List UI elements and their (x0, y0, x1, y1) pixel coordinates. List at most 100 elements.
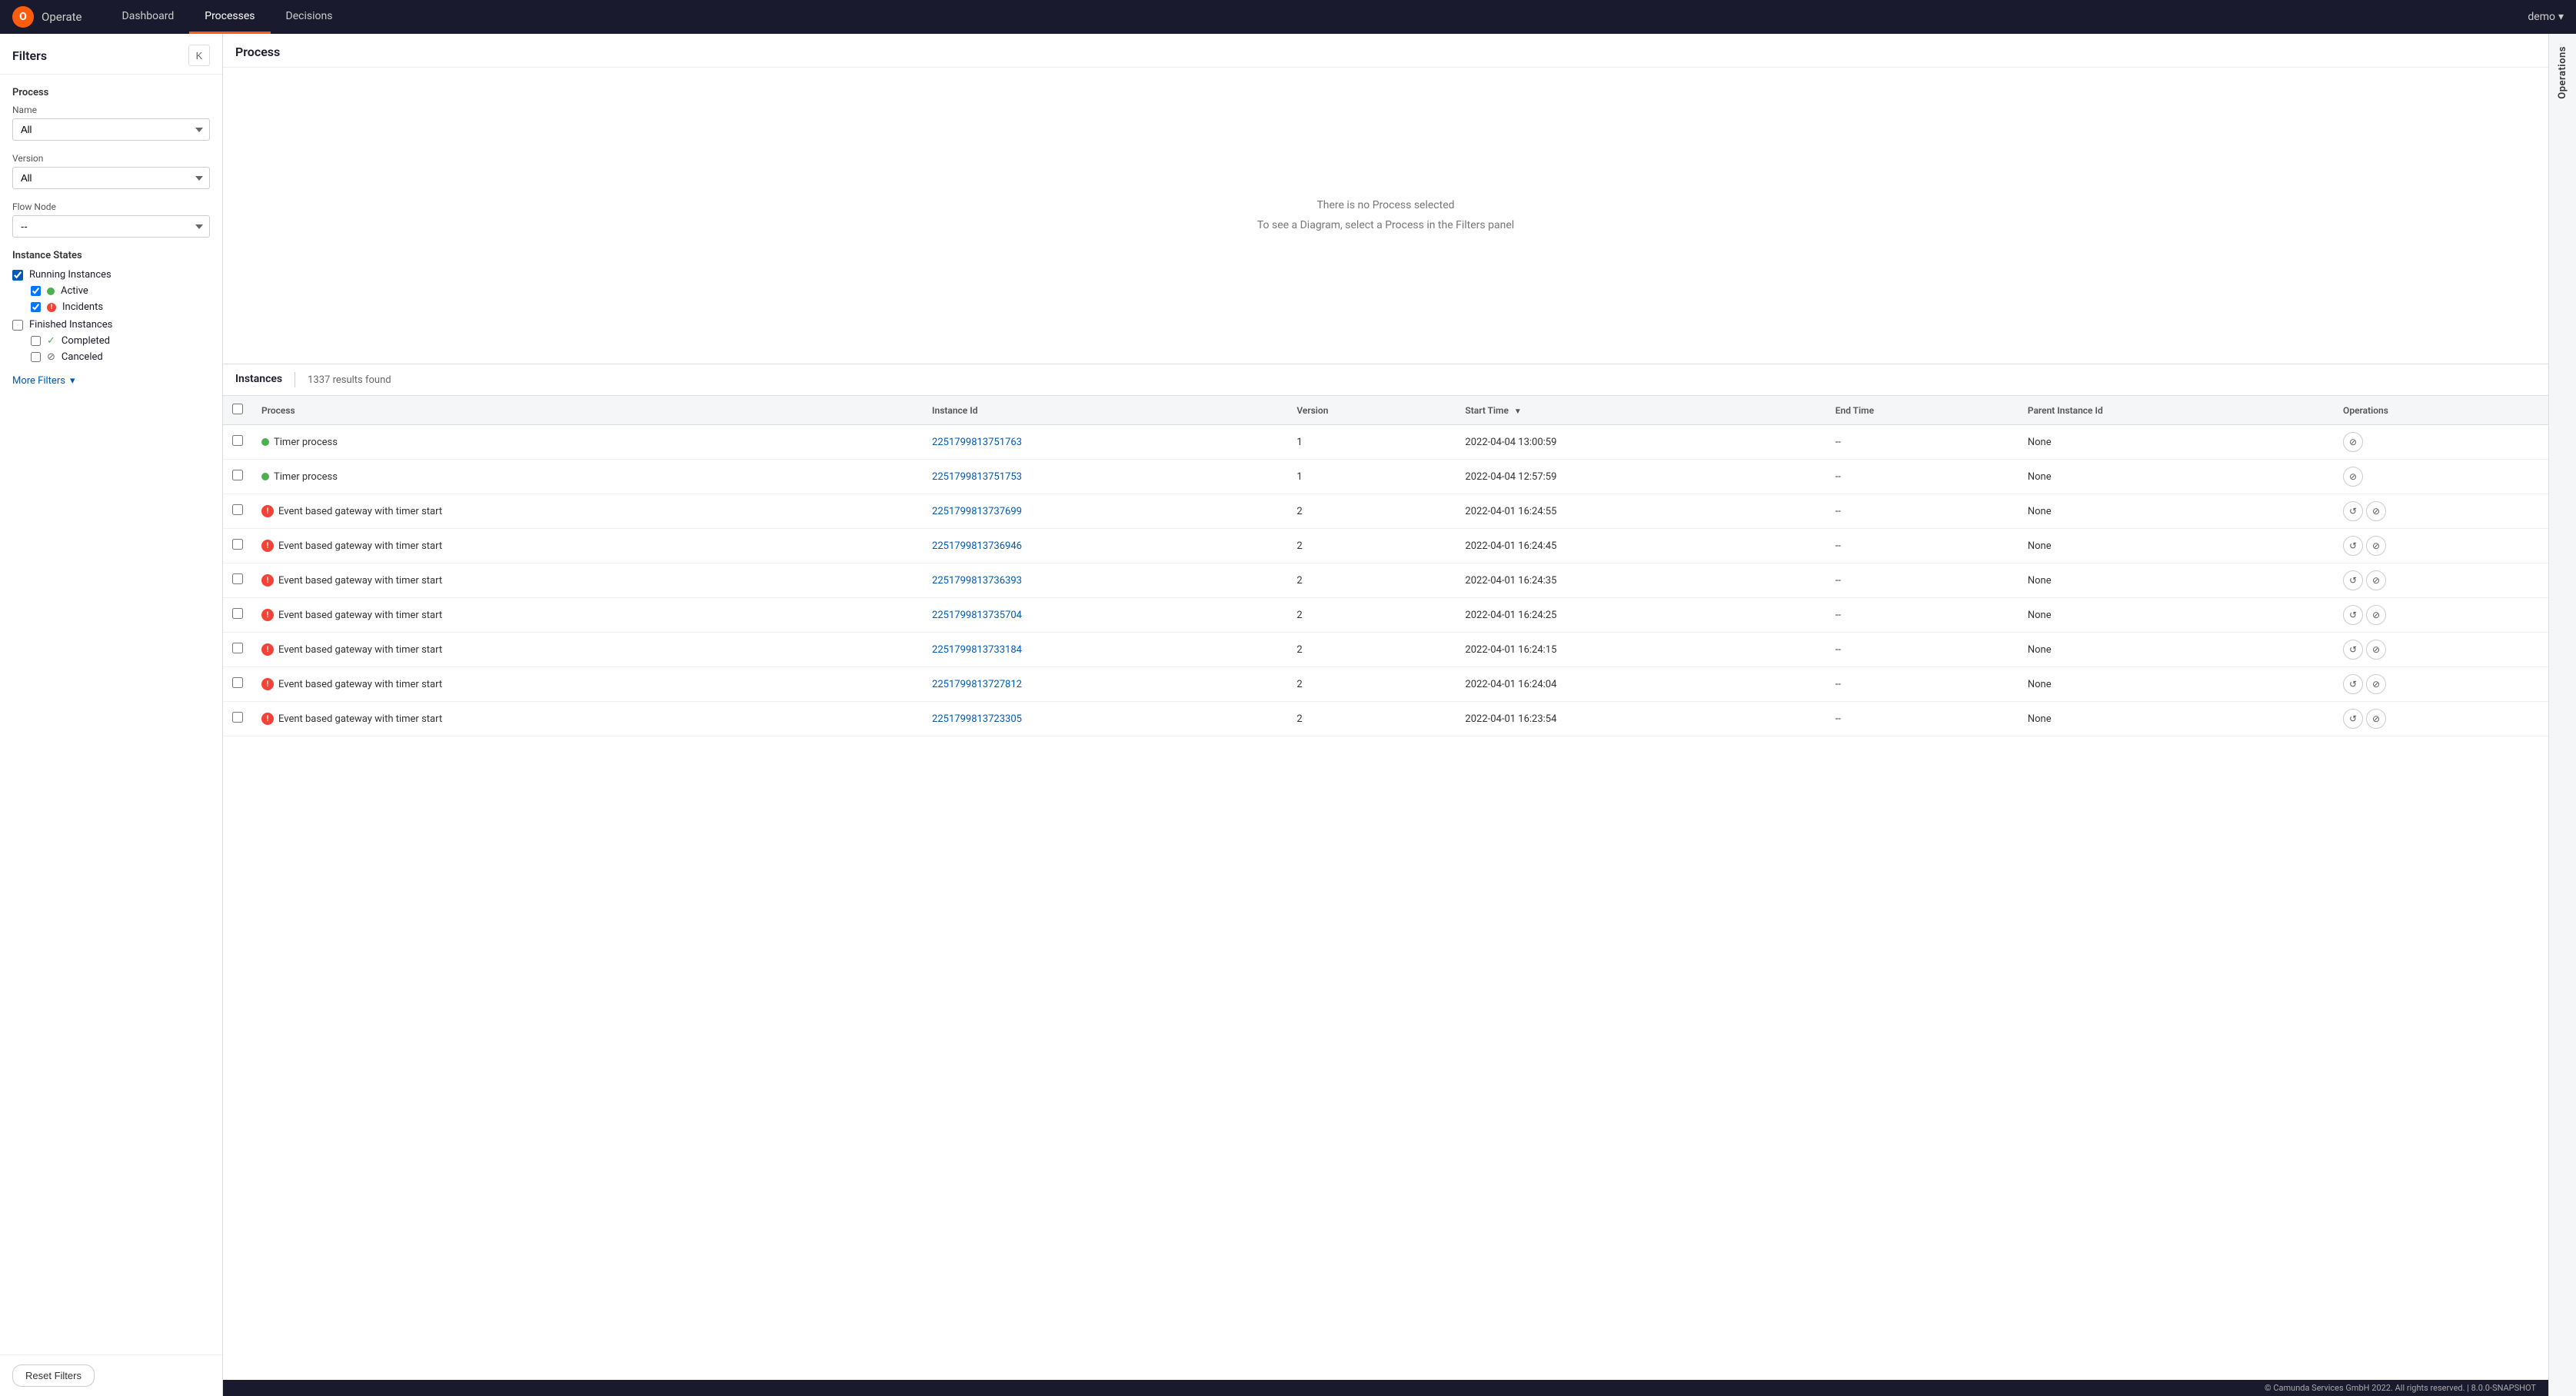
cancel-button[interactable]: ⊘ (2366, 709, 2386, 729)
operations-cell: ⊘ (2343, 467, 2539, 487)
process-name: !Event based gateway with timer start (261, 574, 914, 587)
running-instances-label: Running Instances (29, 269, 111, 281)
process-empty-line2: To see a Diagram, select a Process in th… (1257, 216, 1514, 235)
select-all-col (223, 396, 252, 425)
end-time-cell: -- (1826, 529, 2019, 563)
flow-node-filter-group: Flow Node -- (12, 201, 210, 238)
row-checkbox[interactable] (232, 539, 243, 550)
content-area: Process There is no Process selected To … (223, 34, 2548, 1396)
completed-icon: ✓ (47, 335, 55, 347)
running-instances-checkbox[interactable] (12, 270, 23, 281)
instance-id-link[interactable]: 2251799813723305 (932, 713, 1022, 725)
top-nav: O Operate Dashboard Processes Decisions … (0, 0, 2576, 34)
more-filters-button[interactable]: More Filters ▾ (12, 375, 210, 387)
process-name: !Event based gateway with timer start (261, 609, 914, 621)
start-time-cell: 2022-04-01 16:23:54 (1456, 702, 1825, 736)
filters-title: Filters (12, 48, 47, 63)
retry-button[interactable]: ↺ (2343, 674, 2363, 694)
cancel-button[interactable]: ⊘ (2366, 640, 2386, 660)
retry-button[interactable]: ↺ (2343, 570, 2363, 590)
instance-id-link[interactable]: 2251799813737699 (932, 506, 1022, 517)
retry-button[interactable]: ↺ (2343, 605, 2363, 625)
operations-sidebar-label[interactable]: Operations (2557, 40, 2568, 105)
finished-instances-checkbox[interactable] (12, 320, 23, 331)
version-select[interactable]: All (12, 167, 210, 189)
cancel-button[interactable]: ⊘ (2366, 605, 2386, 625)
version-cell: 1 (1287, 425, 1456, 460)
version-cell: 2 (1287, 598, 1456, 633)
table-head: Process Instance Id Version Start Time ▼… (223, 396, 2548, 425)
finished-instances-row: Finished Instances (12, 319, 210, 331)
process-name-select[interactable]: All (12, 118, 210, 141)
active-checkbox[interactable] (31, 286, 41, 296)
flow-node-select[interactable]: -- (12, 215, 210, 238)
cancel-button[interactable]: ⊘ (2366, 674, 2386, 694)
active-row: Active (31, 285, 210, 297)
incident-icon: ! (261, 678, 274, 690)
start-time-cell: 2022-04-01 16:24:25 (1456, 598, 1825, 633)
row-checkbox[interactable] (232, 435, 243, 446)
parent-instance-cell: None (2019, 563, 2334, 598)
incident-icon: ! (261, 643, 274, 656)
instance-id-link[interactable]: 2251799813733184 (932, 644, 1022, 656)
incident-icon: ! (261, 574, 274, 587)
retry-button[interactable]: ↺ (2343, 709, 2363, 729)
nav-decisions[interactable]: Decisions (271, 0, 348, 34)
parent-instance-cell: None (2019, 425, 2334, 460)
operations-cell: ⊘ (2343, 432, 2539, 452)
row-checkbox[interactable] (232, 643, 243, 653)
table-row: !Event based gateway with timer start 225… (223, 494, 2548, 529)
process-name: Timer process (261, 471, 914, 483)
instance-id-link[interactable]: 2251799813735704 (932, 610, 1022, 621)
completed-checkbox[interactable] (31, 336, 41, 346)
cancel-button[interactable]: ⊘ (2366, 536, 2386, 556)
retry-button[interactable]: ↺ (2343, 640, 2363, 660)
instances-tab[interactable]: Instances (235, 373, 282, 387)
cancel-button[interactable]: ⊘ (2343, 432, 2363, 452)
row-checkbox[interactable] (232, 470, 243, 480)
row-checkbox[interactable] (232, 608, 243, 619)
version-cell: 1 (1287, 460, 1456, 494)
row-checkbox[interactable] (232, 504, 243, 515)
user-section[interactable]: demo ▾ (2528, 11, 2564, 23)
instances-table: Process Instance Id Version Start Time ▼… (223, 396, 2548, 736)
operations-cell: ↺⊘ (2343, 605, 2539, 625)
cancel-button[interactable]: ⊘ (2343, 467, 2363, 487)
cancel-button[interactable]: ⊘ (2366, 570, 2386, 590)
start-time-cell: 2022-04-04 12:57:59 (1456, 460, 1825, 494)
cancel-button[interactable]: ⊘ (2366, 501, 2386, 521)
main-layout: Filters K Process Name All Version All F… (0, 34, 2576, 1396)
retry-button[interactable]: ↺ (2343, 536, 2363, 556)
start-time-col-header[interactable]: Start Time ▼ (1456, 396, 1825, 425)
start-time-cell: 2022-04-01 16:24:04 (1456, 667, 1825, 702)
instance-id-link[interactable]: 2251799813727812 (932, 679, 1022, 690)
instance-id-link[interactable]: 2251799813751753 (932, 471, 1022, 483)
instance-id-col-header: Instance Id (923, 396, 1287, 425)
instance-id-link[interactable]: 2251799813736946 (932, 540, 1022, 552)
reset-filters-button[interactable]: Reset Filters (12, 1364, 95, 1387)
version-cell: 2 (1287, 667, 1456, 702)
nav-dashboard[interactable]: Dashboard (107, 0, 190, 34)
table-row: !Event based gateway with timer start225… (223, 529, 2548, 563)
collapse-filters-button[interactable]: K (188, 45, 210, 66)
end-time-cell: -- (1826, 633, 2019, 667)
select-all-checkbox[interactable] (232, 404, 243, 414)
instance-id-link[interactable]: 2251799813736393 (932, 575, 1022, 587)
filters-header: Filters K (0, 34, 222, 75)
version-cell: 2 (1287, 702, 1456, 736)
row-checkbox[interactable] (232, 573, 243, 584)
incidents-row: ! Incidents (31, 301, 210, 313)
instances-table-container: Process Instance Id Version Start Time ▼… (223, 396, 2548, 1380)
incidents-checkbox[interactable] (31, 302, 41, 312)
row-checkbox[interactable] (232, 712, 243, 723)
retry-button[interactable]: ↺ (2343, 501, 2363, 521)
filters-panel: Filters K Process Name All Version All F… (0, 34, 223, 1396)
process-name: !Event based gateway with timer start (261, 678, 914, 690)
process-name: !Event based gateway with timer start (261, 713, 914, 725)
process-panel-title: Process (235, 45, 280, 59)
instance-id-link[interactable]: 2251799813751763 (932, 437, 1022, 448)
process-name: !Event based gateway with timer start (261, 505, 914, 517)
nav-processes[interactable]: Processes (189, 0, 270, 34)
canceled-checkbox[interactable] (31, 352, 41, 362)
row-checkbox[interactable] (232, 677, 243, 688)
